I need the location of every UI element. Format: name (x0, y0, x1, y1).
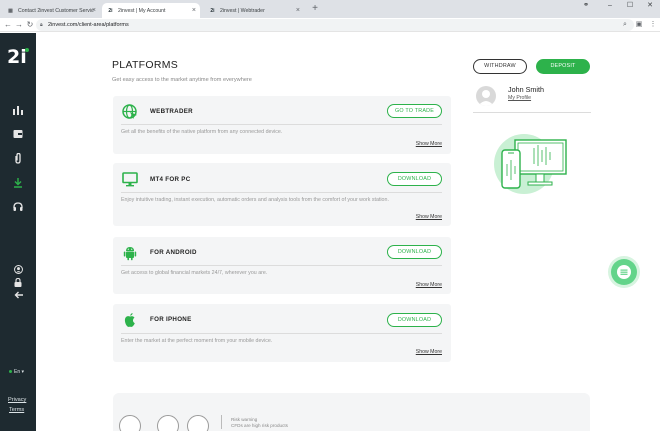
minimize-button[interactable]: – (600, 0, 620, 12)
tab-webtrader[interactable]: 2i 2invest | Webtrader × (204, 3, 304, 18)
platform-name: WEBTRADER (150, 108, 193, 115)
tab-contact[interactable]: ▦ Contact 2invest Customer Servic × (2, 3, 100, 18)
withdraw-button[interactable]: WITHDRAW (473, 59, 527, 74)
close-icon[interactable]: × (92, 7, 96, 14)
divider (121, 333, 442, 334)
url-text: 2invest.com/client-area/platforms (48, 22, 129, 28)
maximize-button[interactable]: ☐ (620, 0, 640, 12)
platform-description: Get all the benefits of the native platf… (121, 129, 283, 135)
deposit-button[interactable]: DEPOSIT (536, 59, 590, 74)
tab-my-account[interactable]: 2i 2invest | My Account × (102, 3, 200, 18)
apple-icon (122, 312, 138, 328)
terms-link[interactable]: Terms (9, 407, 24, 413)
page-icon: ▦ (8, 7, 13, 14)
address-bar[interactable]: 🔒︎ 2invest.com/client-area/platforms (36, 19, 634, 31)
platform-card-mt4-pc: MT4 FOR PC DOWNLOAD Enjoy intuitive trad… (113, 163, 451, 226)
chat-button[interactable] (611, 259, 637, 285)
zoom-icon[interactable]: ⌕ (620, 20, 630, 30)
divider (121, 265, 442, 266)
divider (121, 192, 442, 193)
risk-warning: Risk warning CFDs are high risk products (231, 417, 288, 429)
sidebar: 2i En ▾ Privacy Terms (0, 33, 36, 431)
brand-icon: 2i (210, 7, 215, 14)
divider (221, 415, 222, 429)
page-title: PLATFORMS (112, 59, 179, 71)
tab-label: 2invest | My Account (118, 7, 166, 14)
brand-icon: 2i (108, 7, 113, 14)
certification-badge (119, 415, 141, 431)
globe-cursor-icon (122, 104, 138, 120)
download-icon[interactable] (12, 177, 24, 189)
platform-description: Get access to global financial markets 2… (121, 270, 268, 276)
divider (473, 112, 591, 113)
language-label: En ▾ (14, 369, 25, 375)
user-name: John Smith (508, 85, 544, 94)
tab-label: 2invest | Webtrader (220, 7, 265, 14)
show-more-link[interactable]: Show More (416, 214, 442, 220)
chart-icon[interactable] (12, 104, 24, 116)
language-selector[interactable]: En ▾ (9, 369, 24, 375)
user-icon[interactable] (12, 263, 24, 275)
show-more-link[interactable]: Show More (416, 141, 442, 147)
tab-label: Contact 2invest Customer Servic (18, 7, 94, 14)
logo-dot (25, 48, 29, 52)
globe-dot-icon (9, 370, 12, 374)
menu-icon[interactable]: ⋮ (648, 20, 658, 30)
download-button[interactable]: DOWNLOAD (387, 245, 442, 259)
platform-name: FOR ANDROID (150, 249, 197, 256)
browser-tab-bar: ▦ Contact 2invest Customer Servic × 2i 2… (0, 0, 660, 18)
close-window-button[interactable]: ✕ (640, 0, 660, 12)
account-icon[interactable]: ▣ (634, 20, 644, 30)
platform-name: MT4 FOR PC (150, 176, 191, 183)
footer: Risk warning CFDs are high risk products (113, 393, 590, 431)
risk-text: CFDs are high risk products (231, 423, 288, 428)
download-button[interactable]: DOWNLOAD (387, 172, 442, 186)
show-more-link[interactable]: Show More (416, 282, 442, 288)
platform-card-android: FOR ANDROID DOWNLOAD Get access to globa… (113, 237, 451, 294)
devices-illustration (494, 130, 570, 198)
reload-icon[interactable]: ↻ (24, 19, 36, 31)
platform-card-webtrader: WEBTRADER GO TO TRADE Get all the benefi… (113, 96, 451, 154)
new-tab-button[interactable]: + (309, 3, 321, 15)
android-icon (122, 245, 138, 261)
lock-icon: 🔒︎ (40, 22, 43, 28)
download-button[interactable]: DOWNLOAD (387, 313, 442, 327)
headset-icon[interactable] (12, 201, 24, 213)
privacy-link[interactable]: Privacy (8, 397, 26, 403)
profile-icon[interactable]: ⚭ (576, 0, 596, 12)
logout-icon[interactable] (12, 289, 24, 301)
wallet-icon[interactable] (12, 128, 24, 140)
show-more-link[interactable]: Show More (416, 349, 442, 355)
my-profile-link[interactable]: My Profile (508, 95, 531, 101)
divider (121, 124, 442, 125)
close-icon[interactable]: × (192, 7, 196, 14)
page-subtitle: Get easy access to the market anytime fr… (112, 77, 252, 83)
close-icon[interactable]: × (296, 7, 300, 14)
attachment-icon[interactable] (12, 152, 24, 164)
monitor-icon (122, 171, 138, 187)
certification-badge (187, 415, 209, 431)
platform-card-iphone: FOR IPHONE DOWNLOAD Enter the market at … (113, 304, 451, 362)
platform-description: Enjoy intuitive trading, instant executi… (121, 197, 389, 203)
platform-description: Enter the market at the perfect moment f… (121, 338, 273, 344)
browser-toolbar: ← → ↻ 🔒︎ 2invest.com/client-area/platfor… (0, 18, 660, 32)
lock-icon[interactable] (12, 276, 24, 288)
certification-badge (157, 415, 179, 431)
go-to-trade-button[interactable]: GO TO TRADE (387, 104, 442, 118)
avatar[interactable] (476, 86, 496, 106)
platform-name: FOR IPHONE (150, 316, 192, 323)
